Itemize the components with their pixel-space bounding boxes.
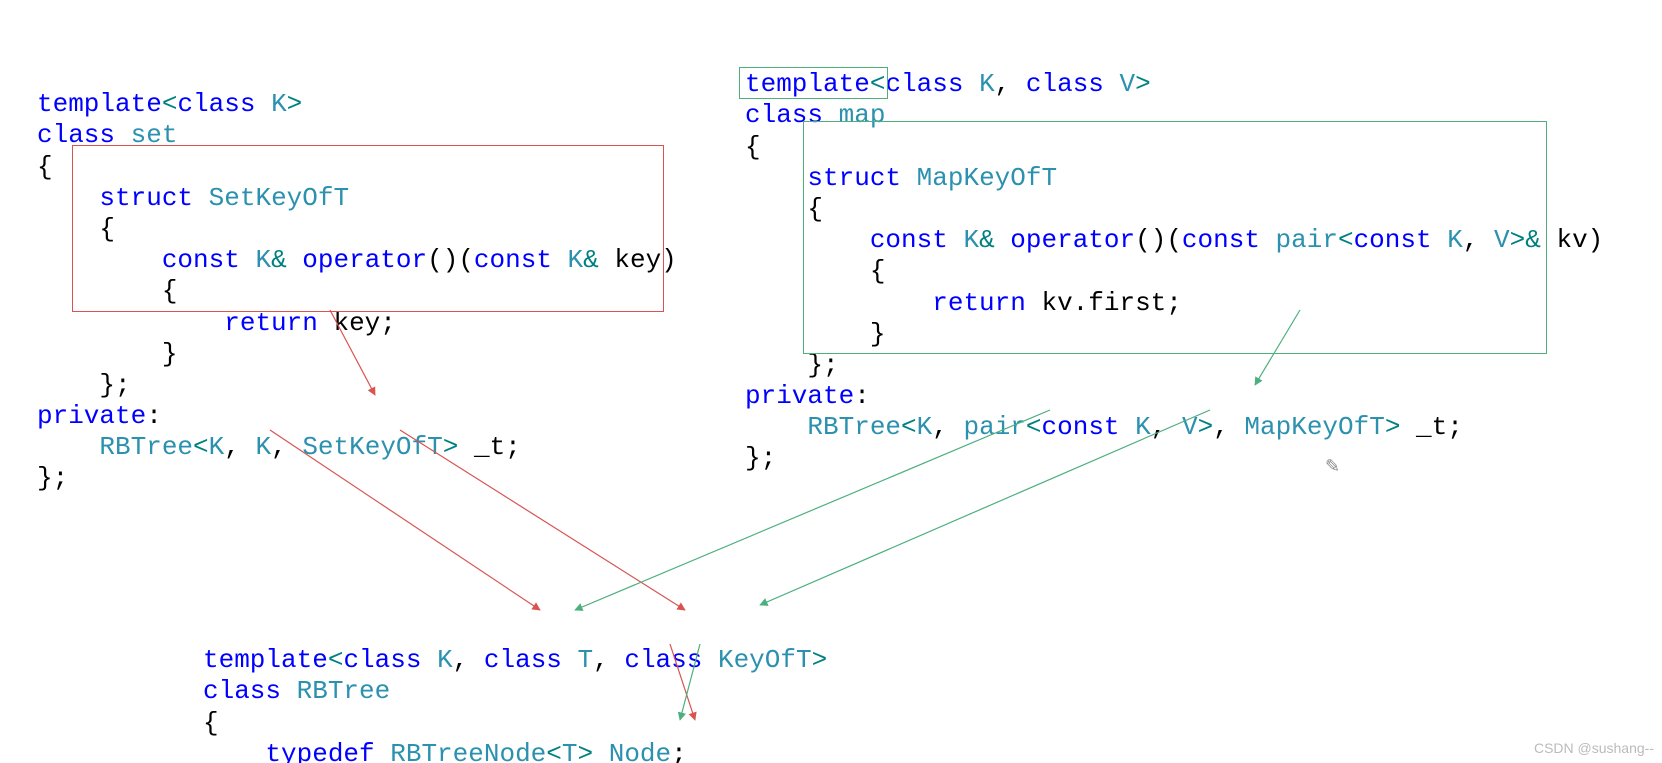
set-struct-box — [72, 145, 664, 312]
pencil-icon: ✎ — [1325, 458, 1340, 480]
rbtree-code-block: template<class K, class T, class KeyOfT>… — [203, 614, 827, 763]
map-struct-box — [803, 121, 1547, 354]
map-class-box — [739, 67, 888, 99]
watermark-text: CSDN @sushang-- — [1534, 740, 1654, 757]
